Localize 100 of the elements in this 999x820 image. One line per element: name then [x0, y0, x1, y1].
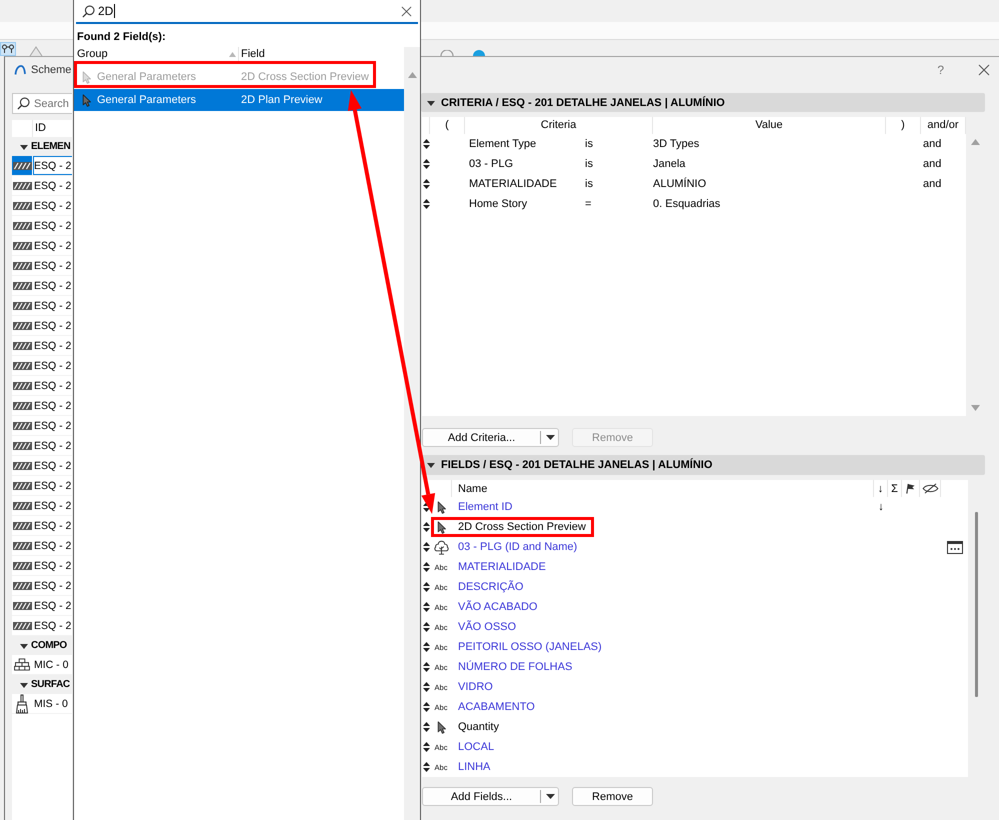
- table-cell: 2D Cross Section Preview: [241, 71, 369, 83]
- table-cell-text: 3D Types: [653, 138, 700, 150]
- caret-icon[interactable]: [427, 461, 435, 469]
- sort-handle-icon[interactable]: [422, 762, 430, 772]
- sort-handle-icon[interactable]: [422, 622, 430, 632]
- sort-handle-icon[interactable]: [422, 722, 430, 732]
- list-item[interactable]: ESQ - 2: [12, 436, 72, 456]
- section-header[interactable]: FIELDS / ESQ - 201 DETALHE JANELAS | ALUMÍNIO: [421, 455, 985, 475]
- list-item[interactable]: ESQ - 2: [12, 356, 72, 376]
- list-item[interactable]: ESQ - 2: [12, 336, 72, 356]
- section-header[interactable]: CRITERIA / ESQ - 201 DETALHE JANELAS | ALUMÍNIO: [421, 93, 985, 112]
- column-header[interactable]: ): [886, 117, 921, 134]
- semicircle-icon[interactable]: [472, 50, 486, 56]
- sort-handle-icon[interactable]: [422, 159, 430, 169]
- list-item[interactable]: ESQ - 2: [12, 296, 72, 316]
- list-item[interactable]: ESQ - 2: [12, 576, 72, 596]
- sort-handle-icon[interactable]: [422, 702, 430, 712]
- list-item[interactable]: ESQ - 2: [12, 396, 72, 416]
- list-item[interactable]: ESQ - 2: [12, 456, 72, 476]
- tree-icon: [432, 540, 450, 554]
- push-button[interactable]: Remove: [572, 787, 653, 806]
- sort-handle-icon[interactable]: [422, 179, 430, 189]
- list-item[interactable]: ESQ - 2: [12, 476, 72, 496]
- field-name[interactable]: NÚMERO DE FOLHAS: [458, 661, 572, 673]
- split-button[interactable]: Add Fields...: [422, 787, 559, 806]
- category-header[interactable]: ELEMEN: [12, 137, 72, 156]
- list-item[interactable]: ESQ - 2: [12, 516, 72, 536]
- sort-handle-icon[interactable]: [422, 562, 430, 572]
- sort-handle-icon[interactable]: [422, 662, 430, 672]
- field-name[interactable]: VIDRO: [458, 681, 493, 693]
- caret-icon[interactable]: [20, 680, 28, 688]
- column-header[interactable]: Criteria: [465, 117, 653, 134]
- list-item[interactable]: ESQ - 2: [12, 596, 72, 616]
- column-header[interactable]: Value: [653, 117, 886, 134]
- field-name[interactable]: DESCRIÇÃO: [458, 581, 524, 593]
- sort-handle-icon[interactable]: [422, 139, 430, 149]
- field-name[interactable]: LINHA: [458, 761, 490, 773]
- close-icon[interactable]: [401, 6, 412, 16]
- caret-icon[interactable]: [427, 98, 435, 106]
- column-header[interactable]: ↓: [878, 482, 884, 494]
- caret-icon[interactable]: [546, 435, 555, 440]
- list-item[interactable]: ESQ - 2: [12, 496, 72, 516]
- field-name[interactable]: Element ID: [458, 501, 512, 513]
- split-button[interactable]: Add Criteria...: [422, 428, 559, 447]
- list-item[interactable]: ESQ - 2: [12, 316, 72, 336]
- sort-handle-icon[interactable]: [422, 682, 430, 692]
- field-row[interactable]: 2D Cross Section Preview: [422, 517, 968, 537]
- flag-icon[interactable]: [905, 483, 916, 494]
- sort-handle-icon[interactable]: [422, 602, 430, 612]
- column-header[interactable]: Group: [74, 47, 238, 62]
- list-item[interactable]: ESQ - 2: [12, 196, 72, 216]
- sort-handle-icon[interactable]: [422, 542, 430, 552]
- list-item[interactable]: ESQ - 2: [12, 556, 72, 576]
- list-item[interactable]: ESQ - 2: [12, 216, 72, 236]
- field-name[interactable]: 03 - PLG (ID and Name): [458, 541, 578, 553]
- list-item[interactable]: ESQ - 2: [12, 416, 72, 436]
- list-item[interactable]: ESQ - 2: [12, 376, 72, 396]
- field-name[interactable]: Quantity: [458, 721, 499, 733]
- list-item[interactable]: ESQ - 2: [12, 176, 72, 196]
- sort-handle-icon[interactable]: [422, 582, 430, 592]
- eye-slash-icon[interactable]: [922, 483, 938, 494]
- column-header[interactable]: Name: [452, 480, 874, 497]
- list-item[interactable]: ESQ - 2: [12, 256, 72, 276]
- field-row[interactable]: Quantity: [422, 717, 968, 737]
- list-item[interactable]: ESQ - 2: [12, 536, 72, 556]
- table-cell-text: 0. Esquadrias: [653, 198, 722, 210]
- scrollbar-thumb[interactable]: [975, 512, 978, 697]
- caret-icon[interactable]: [20, 142, 28, 150]
- field-name[interactable]: 2D Cross Section Preview: [458, 521, 586, 533]
- sort-handle-icon[interactable]: [422, 199, 430, 209]
- category-header[interactable]: SURFAC: [12, 675, 72, 694]
- close-icon[interactable]: [978, 64, 990, 76]
- field-row[interactable]: 03 - PLG (ID and Name): [422, 537, 968, 557]
- result-row[interactable]: General Parameters 2D Plan Preview: [74, 89, 404, 111]
- field-name[interactable]: VÃO ACABADO: [458, 601, 538, 613]
- field-name[interactable]: PEITORIL OSSO (JANELAS): [458, 641, 602, 653]
- caret-icon[interactable]: [546, 794, 555, 799]
- search-field[interactable]: Search: [12, 93, 72, 114]
- help-button[interactable]: ?: [937, 62, 944, 76]
- sort-direction[interactable]: ↓: [878, 501, 884, 513]
- brick-icon: [13, 658, 31, 671]
- list-item[interactable]: ESQ - 2: [12, 276, 72, 296]
- field-name[interactable]: MATERIALIDADE: [458, 561, 546, 573]
- field-name[interactable]: ACABAMENTO: [458, 701, 535, 713]
- caret-icon[interactable]: [20, 642, 28, 650]
- column-header[interactable]: (: [430, 117, 465, 134]
- sort-handle-icon[interactable]: [422, 522, 430, 532]
- table-cell-text: is: [584, 178, 594, 190]
- column-header[interactable]: and/or: [921, 117, 966, 134]
- category-header[interactable]: COMPO: [12, 636, 72, 655]
- field-name[interactable]: VÃO OSSO: [458, 621, 516, 633]
- search-field[interactable]: 2D: [76, 0, 418, 24]
- node-link-icon[interactable]: [0, 42, 16, 56]
- list-item[interactable]: ESQ - 2: [12, 236, 72, 256]
- field-name[interactable]: LOCAL: [458, 741, 494, 753]
- options-icon[interactable]: [946, 540, 962, 554]
- sort-handle-icon[interactable]: [422, 642, 430, 652]
- column-header[interactable]: Σ: [891, 482, 898, 494]
- sort-handle-icon[interactable]: [422, 742, 430, 752]
- list-item[interactable]: MIS - 0: [12, 694, 72, 714]
